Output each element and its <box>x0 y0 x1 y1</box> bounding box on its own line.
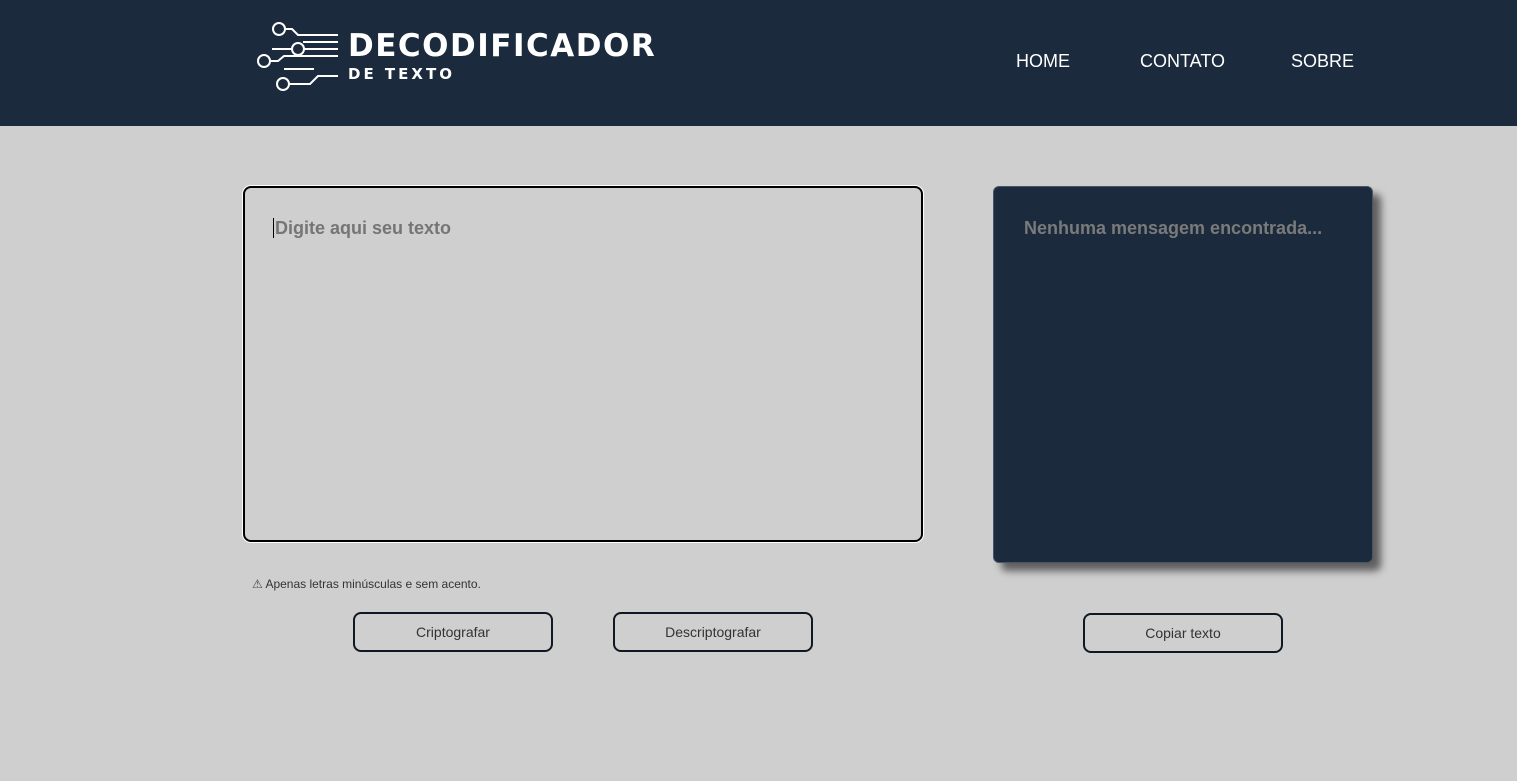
warning-note: ⚠ Apenas letras minúsculas e sem acento. <box>252 577 481 591</box>
logo-title: DECODIFICADOR <box>348 28 657 64</box>
nav-contato-link[interactable]: CONTATO <box>1140 50 1225 72</box>
logo-subtitle: DE TEXTO <box>348 65 455 83</box>
warning-icon: ⚠ <box>252 577 263 591</box>
text-cursor <box>273 218 274 238</box>
output-message: Nenhuma mensagem encontrada... <box>1024 218 1323 238</box>
header: DECODIFICADOR DE TEXTO HOME CONTATO SOBR… <box>0 0 1517 126</box>
nav-sobre-link[interactable]: SOBRE <box>1291 50 1354 72</box>
copy-button[interactable]: Copiar texto <box>1083 613 1283 653</box>
warning-text: Apenas letras minúsculas e sem acento. <box>265 577 481 591</box>
input-panel <box>243 186 923 542</box>
encrypt-button[interactable]: Criptografar <box>353 612 553 652</box>
text-input[interactable] <box>245 188 921 540</box>
circuit-icon <box>257 22 338 91</box>
nav-home-link[interactable]: HOME <box>1016 50 1070 72</box>
output-panel: Nenhuma mensagem encontrada... <box>993 186 1373 563</box>
logo[interactable]: DECODIFICADOR DE TEXTO <box>254 18 657 94</box>
decrypt-button[interactable]: Descriptografar <box>613 612 813 652</box>
